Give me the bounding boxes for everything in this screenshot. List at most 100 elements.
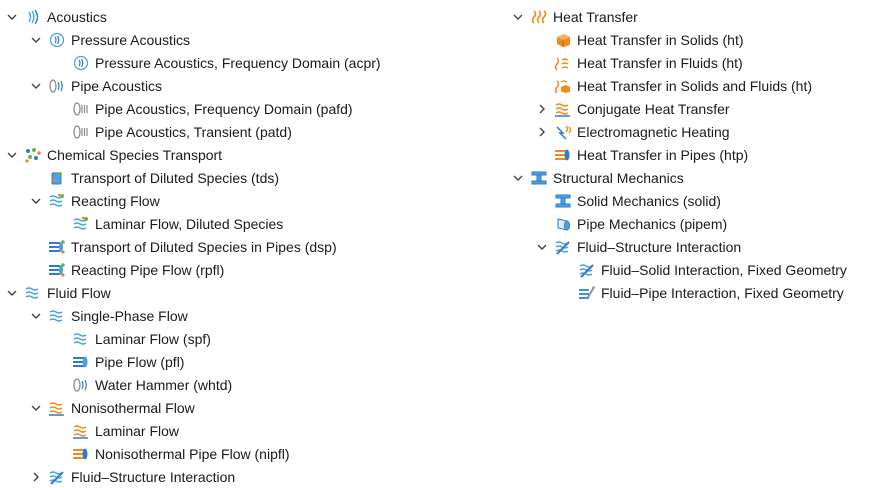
tree-node-label: Electromagnetic Heating	[577, 123, 730, 140]
tree-node-label: Transport of Diluted Species in Pipes (d…	[71, 238, 337, 255]
tree-node-label: Reacting Flow	[71, 192, 160, 209]
heat-solids-icon	[554, 32, 572, 48]
heat-pipes-icon	[554, 147, 572, 163]
tree-node-conjugate-heat-transfer[interactable]: Conjugate Heat Transfer	[510, 97, 847, 120]
tree-node-single-phase-flow[interactable]: Single-Phase Flow	[4, 304, 381, 327]
tree-node-structural-mechanics[interactable]: Structural Mechanics	[510, 166, 847, 189]
tree-node-label: Single-Phase Flow	[71, 307, 188, 324]
tree-node-fluid-structure-interaction[interactable]: Fluid–Structure Interaction	[4, 465, 381, 488]
collapse-chevron-icon[interactable]	[4, 147, 20, 163]
conjugate-heat-icon	[554, 101, 572, 117]
pipe-acoustics-frequency-icon	[72, 101, 90, 117]
tree-node-acoustics[interactable]: Acoustics	[4, 5, 381, 28]
tree-node-label: Heat Transfer in Fluids (ht)	[577, 54, 743, 71]
tree-node-label: Reacting Pipe Flow (rpfl)	[71, 261, 225, 278]
chemical-species-icon	[24, 147, 42, 163]
tree-node-pipe-acoustics-frequency-domain-pafd[interactable]: Pipe Acoustics, Frequency Domain (pafd)	[4, 97, 381, 120]
nonisothermal-flow-icon	[48, 400, 66, 416]
collapse-chevron-icon[interactable]	[510, 170, 526, 186]
tree-node-pipe-flow-pfl[interactable]: Pipe Flow (pfl)	[4, 350, 381, 373]
tree-node-solid-mechanics-solid[interactable]: Solid Mechanics (solid)	[510, 189, 847, 212]
tree-node-laminar-flow-spf[interactable]: Laminar Flow (spf)	[4, 327, 381, 350]
laminar-flow-icon	[72, 331, 90, 347]
collapse-chevron-icon[interactable]	[28, 193, 44, 209]
tree-node-transport-of-diluted-species-in-pipes-dsp[interactable]: Transport of Diluted Species in Pipes (d…	[4, 235, 381, 258]
tree-node-label: Acoustics	[47, 8, 107, 25]
reacting-pipe-flow-icon	[48, 262, 66, 278]
tree-node-heat-transfer-in-fluids-ht[interactable]: Heat Transfer in Fluids (ht)	[510, 51, 847, 74]
tree-node-label: Chemical Species Transport	[47, 146, 223, 163]
heat-fluids-icon	[554, 55, 572, 71]
tree-node-reacting-pipe-flow-rpfl[interactable]: Reacting Pipe Flow (rpfl)	[4, 258, 381, 281]
collapse-chevron-icon[interactable]	[510, 9, 526, 25]
tree-node-pipe-acoustics-transient-patd[interactable]: Pipe Acoustics, Transient (patd)	[4, 120, 381, 143]
pressure-acoustics-frequency-icon	[72, 55, 90, 71]
expand-chevron-icon[interactable]	[534, 101, 550, 117]
tree-node-label: Solid Mechanics (solid)	[577, 192, 721, 209]
tree-node-label: Structural Mechanics	[553, 169, 684, 186]
tree-node-pipe-mechanics-pipem[interactable]: Pipe Mechanics (pipem)	[510, 212, 847, 235]
tree-node-heat-transfer-in-solids-and-fluids-ht[interactable]: Heat Transfer in Solids and Fluids (ht)	[510, 74, 847, 97]
tree-node-label: Fluid Flow	[47, 284, 111, 301]
tree-node-water-hammer-whtd[interactable]: Water Hammer (whtd)	[4, 373, 381, 396]
tree-node-chemical-species-transport[interactable]: Chemical Species Transport	[4, 143, 381, 166]
collapse-chevron-icon[interactable]	[4, 285, 20, 301]
tree-node-fluid-structure-interaction[interactable]: Fluid–Structure Interaction	[510, 235, 847, 258]
collapse-chevron-icon[interactable]	[28, 32, 44, 48]
tree-node-pressure-acoustics-frequency-domain-acpr[interactable]: Pressure Acoustics, Frequency Domain (ac…	[4, 51, 381, 74]
tree-node-label: Fluid–Pipe Interaction, Fixed Geometry	[601, 284, 844, 301]
tree-node-fluid-pipe-interaction-fixed-geometry[interactable]: Fluid–Pipe Interaction, Fixed Geometry	[510, 281, 847, 304]
fluid-structure-interaction-icon	[48, 469, 66, 485]
pipe-acoustics-transient-icon	[72, 124, 90, 140]
acoustics-icon	[24, 9, 42, 25]
laminar-flow-diluted-icon	[72, 216, 90, 232]
collapse-chevron-icon[interactable]	[28, 400, 44, 416]
fluid-flow-icon	[24, 285, 42, 301]
pressure-acoustics-icon	[48, 32, 66, 48]
tree-node-pressure-acoustics[interactable]: Pressure Acoustics	[4, 28, 381, 51]
diluted-species-icon	[48, 170, 66, 186]
collapse-chevron-icon[interactable]	[28, 78, 44, 94]
structural-mechanics-icon	[530, 170, 548, 186]
tree-node-reacting-flow[interactable]: Reacting Flow	[4, 189, 381, 212]
collapse-chevron-icon[interactable]	[28, 308, 44, 324]
tree-node-label: Pipe Acoustics, Transient (patd)	[95, 123, 292, 140]
diluted-species-pipes-icon	[48, 239, 66, 255]
tree-node-pipe-acoustics[interactable]: Pipe Acoustics	[4, 74, 381, 97]
tree-node-transport-of-diluted-species-tds[interactable]: Transport of Diluted Species (tds)	[4, 166, 381, 189]
pipe-mechanics-icon	[554, 216, 572, 232]
tree-node-fluid-solid-interaction-fixed-geometry[interactable]: Fluid–Solid Interaction, Fixed Geometry	[510, 258, 847, 281]
tree-node-label: Heat Transfer in Pipes (htp)	[577, 146, 749, 163]
collapse-chevron-icon[interactable]	[4, 9, 20, 25]
tree-node-label: Pipe Mechanics (pipem)	[577, 215, 728, 232]
tree-node-heat-transfer[interactable]: Heat Transfer	[510, 5, 847, 28]
tree-node-label: Heat Transfer	[553, 8, 638, 25]
electromagnetic-heating-icon	[554, 124, 572, 140]
pipe-acoustics-icon	[48, 78, 66, 94]
tree-node-label: Laminar Flow (spf)	[95, 330, 211, 347]
tree-node-label: Laminar Flow, Diluted Species	[95, 215, 284, 232]
tree-node-heat-transfer-in-pipes-htp[interactable]: Heat Transfer in Pipes (htp)	[510, 143, 847, 166]
expand-chevron-icon[interactable]	[534, 124, 550, 140]
tree-node-label: Nonisothermal Pipe Flow (nipfl)	[95, 445, 290, 462]
tree-node-heat-transfer-in-solids-ht[interactable]: Heat Transfer in Solids (ht)	[510, 28, 847, 51]
expand-chevron-icon[interactable]	[28, 469, 44, 485]
fluid-solid-fixed-icon	[578, 262, 596, 278]
fsi-structural-icon	[554, 239, 572, 255]
tree-node-label: Fluid–Structure Interaction	[71, 468, 236, 485]
tree-node-electromagnetic-heating[interactable]: Electromagnetic Heating	[510, 120, 847, 143]
tree-node-label: Heat Transfer in Solids and Fluids (ht)	[577, 77, 812, 94]
tree-node-laminar-flow[interactable]: Laminar Flow	[4, 419, 381, 442]
tree-node-nonisothermal-flow[interactable]: Nonisothermal Flow	[4, 396, 381, 419]
tree-node-label: Water Hammer (whtd)	[95, 376, 233, 393]
fluid-pipe-fixed-icon	[578, 285, 596, 301]
tree-node-nonisothermal-pipe-flow-nipfl[interactable]: Nonisothermal Pipe Flow (nipfl)	[4, 442, 381, 465]
tree-node-laminar-flow-diluted-species[interactable]: Laminar Flow, Diluted Species	[4, 212, 381, 235]
tree-node-label: Fluid–Structure Interaction	[577, 238, 742, 255]
tree-node-fluid-flow[interactable]: Fluid Flow	[4, 281, 381, 304]
model-wizard-tree-left: Acoustics Pressure Acoustics Pressure Acou…	[4, 5, 381, 488]
solid-mechanics-icon	[554, 193, 572, 209]
collapse-chevron-icon[interactable]	[534, 239, 550, 255]
tree-node-label: Pressure Acoustics, Frequency Domain (ac…	[95, 54, 381, 71]
pipe-flow-icon	[72, 354, 90, 370]
